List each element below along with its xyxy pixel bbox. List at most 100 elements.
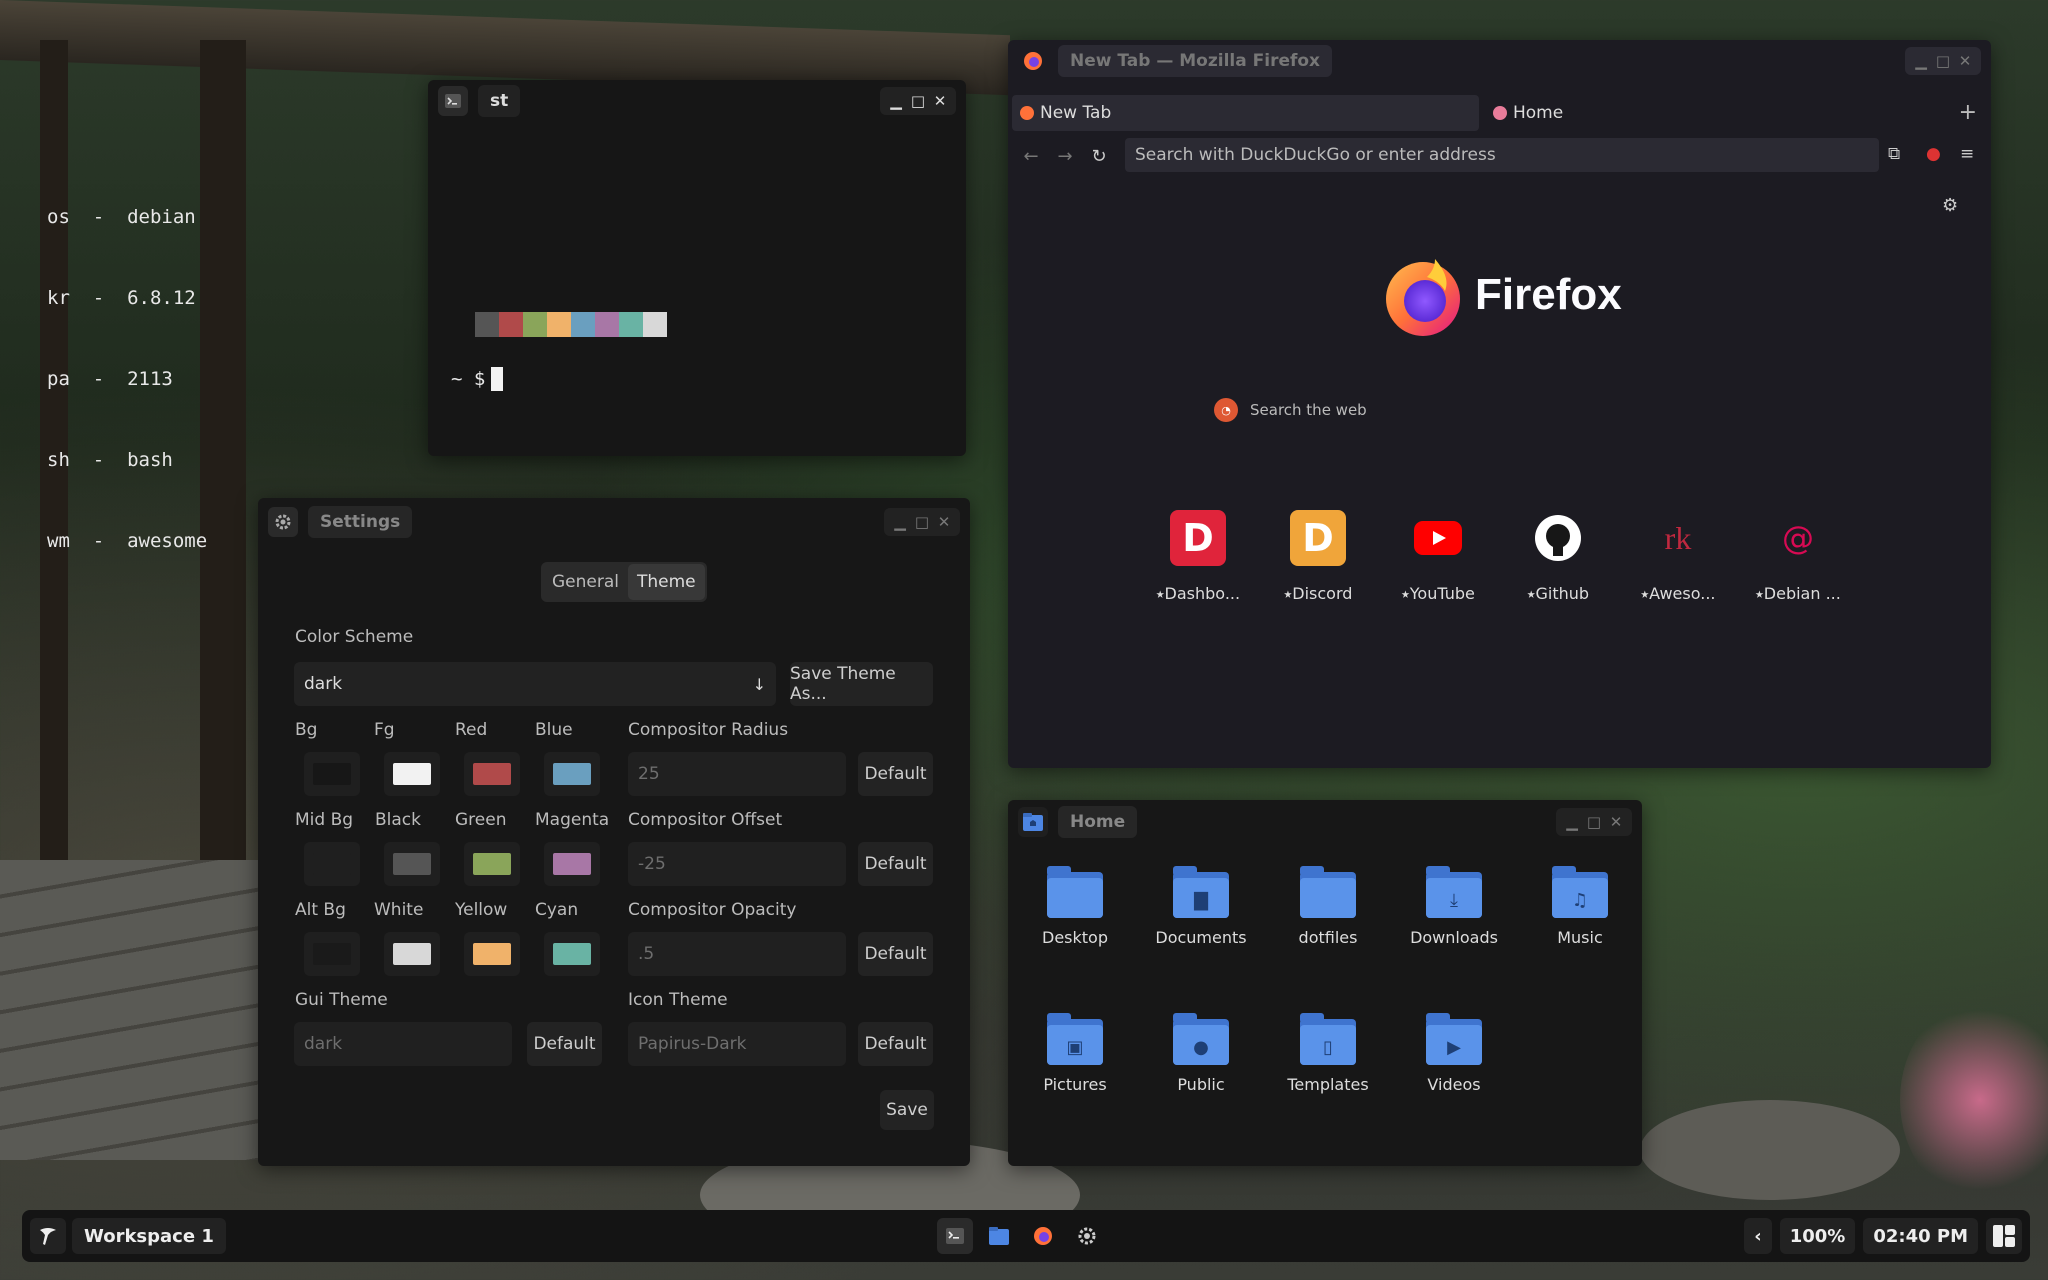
file-manager-window[interactable]: Home ▁ □ ✕ — [1008, 800, 1642, 1166]
close-icon[interactable]: ✕ — [1955, 51, 1975, 71]
compositor-offset-input[interactable]: -25 — [628, 842, 846, 886]
zoom-level[interactable]: 100% — [1779, 1218, 1856, 1254]
yellow-color-picker[interactable] — [464, 932, 520, 976]
fg-color-picker[interactable] — [384, 752, 440, 796]
url-bar[interactable]: Search with DuckDuckGo or enter address — [1125, 138, 1879, 172]
menu-icon[interactable]: ≡ — [1960, 144, 1974, 164]
folder-label: Desktop — [1042, 928, 1108, 947]
terminal-window[interactable]: st ▁ □ ✕ — [428, 80, 966, 456]
tab-theme[interactable]: Theme — [628, 564, 705, 600]
gear-icon[interactable] — [1069, 1218, 1105, 1254]
cyan-color-picker[interactable] — [544, 932, 600, 976]
radius-default-button[interactable]: Default — [858, 752, 933, 796]
folder-item[interactable]: ⤓ Downloads — [1399, 866, 1509, 947]
maximize-icon[interactable]: □ — [912, 512, 932, 532]
shortcut-tile[interactable]: D ⭑Dashbo... — [1148, 510, 1248, 604]
folder-item[interactable]: ♫ Music — [1525, 866, 1635, 947]
launcher-icon[interactable] — [30, 1218, 66, 1254]
new-tab-button[interactable]: + — [1959, 100, 1977, 125]
opacity-default-button[interactable]: Default — [858, 932, 933, 976]
ublock-icon[interactable]: ● — [1926, 144, 1941, 164]
minimize-icon[interactable]: ▁ — [890, 512, 910, 532]
window-controls: ▁ □ ✕ — [880, 87, 956, 115]
firefox-titlebar[interactable]: New Tab — Mozilla Firefox ▁ □ ✕ — [1008, 41, 1991, 81]
folder-item[interactable]: ● Public — [1146, 1013, 1256, 1094]
white-color-picker[interactable] — [384, 932, 440, 976]
shortcut-tile[interactable]: rk ⭑Aweso... — [1628, 510, 1728, 604]
magenta-color-picker[interactable] — [544, 842, 600, 886]
save-button[interactable]: Save — [880, 1090, 934, 1130]
folder-home-icon[interactable] — [981, 1218, 1017, 1254]
back-icon[interactable]: ← — [1014, 146, 1048, 167]
yellow-label: Yellow — [455, 900, 508, 920]
mid-bg-color-picker[interactable] — [304, 842, 360, 886]
folder-item[interactable]: Desktop — [1020, 866, 1130, 947]
close-icon[interactable]: ✕ — [1606, 812, 1626, 832]
black-color-picker[interactable] — [384, 842, 440, 886]
icon-theme-input[interactable]: Papirus-Dark — [628, 1022, 846, 1066]
tab-home[interactable]: Home — [1485, 95, 1563, 131]
clock[interactable]: 02:40 PM — [1863, 1218, 1978, 1254]
reload-icon[interactable]: ↻ — [1082, 146, 1116, 167]
close-icon[interactable]: ✕ — [934, 512, 954, 532]
chevron-left-icon[interactable]: ‹ — [1744, 1218, 1772, 1254]
shortcut-label: ⭑YouTube — [1401, 584, 1475, 603]
terminal-titlebar[interactable]: st ▁ □ ✕ — [428, 81, 966, 121]
files-titlebar[interactable]: Home ▁ □ ✕ — [1008, 801, 1642, 843]
folder-item[interactable]: ▶ Videos — [1399, 1013, 1509, 1094]
shortcut-tile[interactable]: ⭑YouTube — [1388, 510, 1488, 604]
blue-color-picker[interactable] — [544, 752, 600, 796]
forward-icon[interactable]: → — [1048, 146, 1082, 167]
flower-icon — [1493, 106, 1507, 120]
alt-bg-color-picker[interactable] — [304, 932, 360, 976]
shortcut-tile[interactable]: D ⭑Discord — [1268, 510, 1368, 604]
green-color-picker[interactable] — [464, 842, 520, 886]
shortcut-tile[interactable]: @ ⭑Debian ... — [1748, 510, 1848, 604]
minimize-icon[interactable]: ▁ — [1911, 51, 1931, 71]
bg-color-picker[interactable] — [304, 752, 360, 796]
tab-general[interactable]: General — [543, 564, 628, 600]
minimize-icon[interactable]: ▁ — [1562, 812, 1582, 832]
gui-theme-default-button[interactable]: Default — [527, 1022, 602, 1066]
folder-item[interactable]: ▇ Documents — [1146, 866, 1256, 947]
gear-icon[interactable]: ⚙ — [1942, 195, 1958, 216]
web-search-box[interactable]: ◔ Search the web — [1214, 398, 1367, 422]
green-label: Green — [455, 810, 507, 830]
workspace-indicator[interactable]: Workspace 1 — [72, 1218, 226, 1254]
magenta-label: Magenta — [535, 810, 610, 830]
tab-new-tab[interactable]: New Tab — [1012, 95, 1479, 131]
layout-icon[interactable] — [1986, 1218, 2022, 1254]
save-theme-button[interactable]: Save Theme As... — [790, 662, 933, 706]
folder-item[interactable]: ▯ Templates — [1273, 1013, 1383, 1094]
fg-label: Fg — [374, 720, 395, 740]
text-cursor — [491, 367, 504, 391]
fetch-output: os - debian kr - 6.8.12 pa - 2113 sh - b… — [47, 150, 207, 582]
shortcut-tile[interactable]: ⭑Github — [1508, 510, 1608, 604]
red-color-picker[interactable] — [464, 752, 520, 796]
shell-prompt[interactable]: ~ $ — [451, 367, 504, 391]
folder-icon: ● — [1173, 1013, 1229, 1065]
cyan-label: Cyan — [535, 900, 579, 920]
settings-titlebar[interactable]: Settings ▁ □ ✕ — [258, 500, 970, 544]
maximize-icon[interactable]: □ — [1933, 51, 1953, 71]
firefox-icon[interactable] — [1025, 1218, 1061, 1254]
close-icon[interactable]: ✕ — [930, 91, 950, 111]
maximize-icon[interactable]: □ — [1584, 812, 1604, 832]
svg-text:▣: ▣ — [1066, 1037, 1083, 1058]
window-title: New Tab — Mozilla Firefox — [1058, 45, 1333, 77]
offset-default-button[interactable]: Default — [858, 842, 933, 886]
compositor-radius-input[interactable]: 25 — [628, 752, 846, 796]
terminal-icon[interactable] — [937, 1218, 973, 1254]
compositor-opacity-input[interactable]: .5 — [628, 932, 846, 976]
firefox-window[interactable]: New Tab — Mozilla Firefox ▁ □ ✕ New Tab … — [1008, 40, 1991, 768]
color-swatch — [393, 943, 431, 965]
folder-item[interactable]: ▣ Pictures — [1020, 1013, 1130, 1094]
minimize-icon[interactable]: ▁ — [886, 91, 906, 111]
icon-theme-default-button[interactable]: Default — [858, 1022, 933, 1066]
color-scheme-select[interactable]: dark ↓ — [294, 662, 776, 706]
window-controls: ▁ □ ✕ — [884, 508, 960, 536]
gui-theme-input[interactable]: dark — [294, 1022, 512, 1066]
maximize-icon[interactable]: □ — [908, 91, 928, 111]
extensions-icon[interactable]: ⧉ — [1888, 144, 1900, 164]
folder-item[interactable]: dotfiles — [1273, 866, 1383, 947]
